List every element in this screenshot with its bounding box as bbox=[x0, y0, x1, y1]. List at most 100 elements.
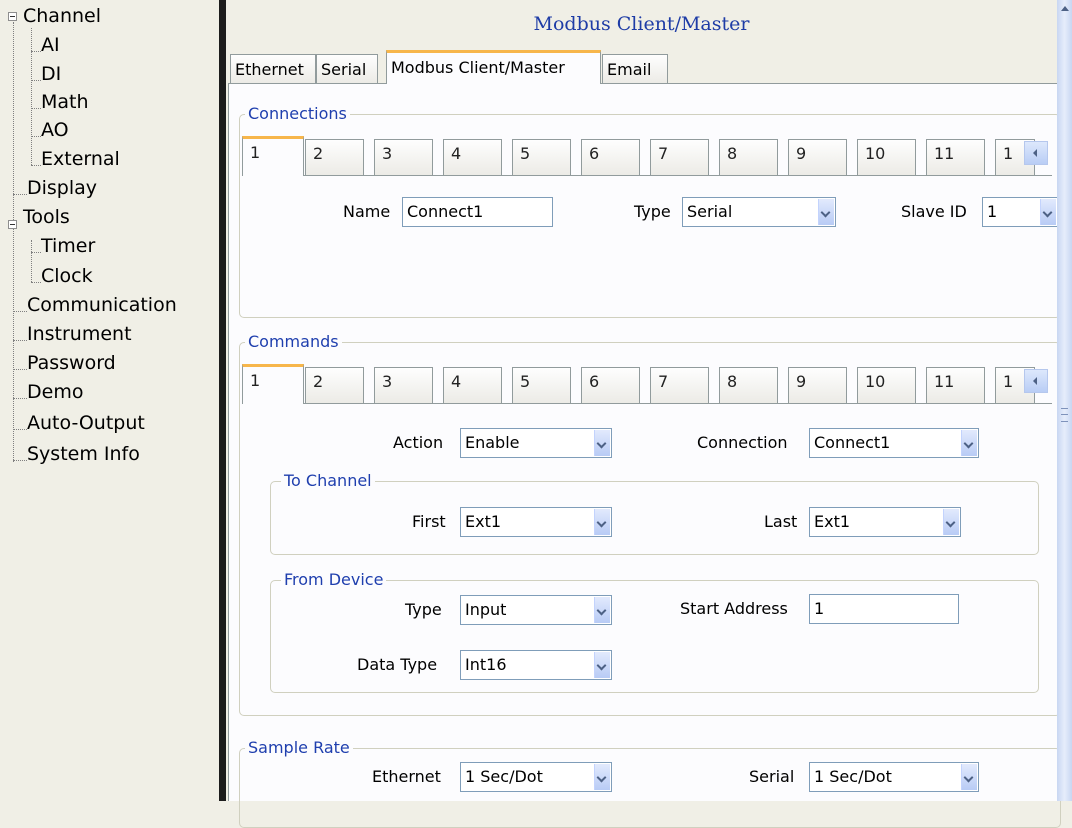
command-tab[interactable]: 5 bbox=[512, 367, 571, 403]
tab-ethernet[interactable]: Ethernet bbox=[230, 54, 316, 83]
vertical-scrollbar[interactable] bbox=[1057, 0, 1072, 801]
command-tab[interactable]: 10 bbox=[857, 367, 916, 403]
tab-serial[interactable]: Serial bbox=[316, 54, 378, 83]
tree-item-channel[interactable]: Channel bbox=[23, 4, 102, 28]
serial-rate-label: Serial bbox=[749, 767, 795, 786]
dropdown-arrow-icon[interactable] bbox=[594, 764, 610, 790]
main-panel: Modbus Client/Master Ethernet Serial Mod… bbox=[226, 0, 1061, 828]
last-select[interactable]: Ext1 bbox=[809, 507, 961, 537]
connection-label: Connection bbox=[697, 433, 788, 452]
slave-id-value: 1 bbox=[987, 202, 998, 221]
tree-item-label: Tools bbox=[23, 206, 70, 228]
slave-id-select[interactable]: 1 bbox=[982, 197, 1058, 227]
tree-item-clock[interactable]: Clock bbox=[41, 264, 93, 288]
slave-id-label: Slave ID bbox=[901, 202, 967, 221]
collapse-icon[interactable] bbox=[8, 12, 17, 21]
tree-item-label: Instrument bbox=[27, 323, 132, 345]
data-type-select[interactable]: Int16 bbox=[460, 650, 612, 680]
tab-email[interactable]: Email bbox=[602, 54, 668, 83]
tree-line bbox=[31, 51, 41, 52]
tree-item-ai[interactable]: AI bbox=[41, 33, 60, 57]
tab-modbus-client-master[interactable]: Modbus Client/Master bbox=[386, 50, 601, 84]
first-value: Ext1 bbox=[465, 512, 502, 531]
name-field[interactable]: Connect1 bbox=[402, 197, 553, 227]
scroll-left-icon[interactable] bbox=[1024, 369, 1048, 393]
command-tab[interactable]: 7 bbox=[650, 367, 709, 403]
command-tab[interactable]: 9 bbox=[788, 367, 847, 403]
dropdown-arrow-icon[interactable] bbox=[961, 430, 977, 456]
connection-tab[interactable]: 6 bbox=[581, 139, 640, 175]
connection-tab[interactable]: 1 bbox=[242, 136, 304, 176]
tree-item-timer[interactable]: Timer bbox=[41, 234, 96, 258]
connection-tab[interactable]: 7 bbox=[650, 139, 709, 175]
command-tab[interactable]: 6 bbox=[581, 367, 640, 403]
tree-line bbox=[13, 340, 27, 341]
command-tab[interactable]: 1 bbox=[242, 364, 304, 404]
tree-item-label: Auto-Output bbox=[27, 412, 145, 434]
tree-item-communication[interactable]: Communication bbox=[27, 293, 177, 317]
dropdown-arrow-icon[interactable] bbox=[1040, 199, 1056, 225]
tree-item-external[interactable]: External bbox=[41, 147, 120, 171]
dropdown-arrow-icon[interactable] bbox=[594, 652, 610, 678]
tree-line bbox=[13, 369, 27, 370]
scroll-left-icon[interactable] bbox=[1024, 141, 1048, 165]
command-tab[interactable]: 8 bbox=[719, 367, 778, 403]
connection-tab[interactable]: 4 bbox=[443, 139, 502, 175]
tree-item-display[interactable]: Display bbox=[27, 176, 98, 200]
command-tab[interactable]: 2 bbox=[305, 367, 364, 403]
tree-item-label: System Info bbox=[27, 443, 140, 465]
dropdown-arrow-icon[interactable] bbox=[818, 199, 834, 225]
serial-rate-select[interactable]: 1 Sec/Dot bbox=[809, 762, 979, 792]
device-type-select[interactable]: Input bbox=[460, 595, 612, 625]
connection-tab[interactable]: 8 bbox=[719, 139, 778, 175]
start-address-field[interactable]: 1 bbox=[809, 594, 959, 624]
connection-number-tabs: 1 2 3 4 5 6 7 8 9 10 11 1 bbox=[242, 136, 1052, 176]
page-title: Modbus Client/Master bbox=[533, 13, 750, 35]
connection-tab[interactable]: 5 bbox=[512, 139, 571, 175]
tree-item-label: AI bbox=[41, 34, 60, 56]
type-select[interactable]: Serial bbox=[682, 197, 836, 227]
tree-item-system-info[interactable]: System Info bbox=[27, 442, 140, 466]
action-select[interactable]: Enable bbox=[460, 428, 612, 458]
tree-line bbox=[31, 80, 41, 81]
ethernet-rate-value: 1 Sec/Dot bbox=[465, 767, 543, 786]
ethernet-rate-select[interactable]: 1 Sec/Dot bbox=[460, 762, 612, 792]
scroll-grip-icon[interactable] bbox=[1061, 408, 1068, 422]
tree-item-instrument[interactable]: Instrument bbox=[27, 322, 132, 346]
tree-item-ao[interactable]: AO bbox=[41, 118, 69, 142]
first-select[interactable]: Ext1 bbox=[460, 507, 612, 537]
type-label: Type bbox=[634, 202, 671, 221]
command-tab[interactable]: 3 bbox=[374, 367, 433, 403]
connection-select[interactable]: Connect1 bbox=[809, 428, 979, 458]
connection-tab[interactable]: 10 bbox=[857, 139, 916, 175]
type-value: Serial bbox=[687, 202, 733, 221]
command-tab[interactable]: 11 bbox=[926, 367, 985, 403]
command-tab[interactable]: 4 bbox=[443, 367, 502, 403]
dropdown-arrow-icon[interactable] bbox=[594, 509, 610, 535]
tree-item-tools[interactable]: Tools bbox=[23, 205, 70, 229]
scroll-up-icon[interactable] bbox=[1057, 0, 1072, 17]
pane-splitter[interactable] bbox=[219, 0, 226, 801]
connections-title: Connections bbox=[245, 104, 350, 124]
tree-item-di[interactable]: DI bbox=[41, 62, 62, 86]
sample-rate-title: Sample Rate bbox=[245, 738, 353, 758]
tree-item-demo[interactable]: Demo bbox=[27, 380, 84, 404]
dropdown-arrow-icon[interactable] bbox=[594, 430, 610, 456]
tree-item-math[interactable]: Math bbox=[41, 90, 89, 114]
connection-tab[interactable]: 9 bbox=[788, 139, 847, 175]
dropdown-arrow-icon[interactable] bbox=[943, 509, 959, 535]
connection-tab[interactable]: 2 bbox=[305, 139, 364, 175]
tree-item-label: Display bbox=[27, 177, 98, 199]
connection-tab[interactable]: 11 bbox=[926, 139, 985, 175]
dropdown-arrow-icon[interactable] bbox=[594, 597, 610, 623]
dropdown-arrow-icon[interactable] bbox=[961, 764, 977, 790]
connection-tab[interactable]: 3 bbox=[374, 139, 433, 175]
tree-item-password[interactable]: Password bbox=[27, 351, 116, 375]
action-value: Enable bbox=[465, 433, 520, 452]
tree-item-auto-output[interactable]: Auto-Output bbox=[27, 411, 145, 435]
collapse-icon[interactable] bbox=[8, 220, 17, 229]
to-channel-title: To Channel bbox=[281, 471, 375, 491]
tree-item-label: DI bbox=[41, 63, 62, 85]
device-type-label: Type bbox=[405, 600, 442, 619]
tab-content: Connections 1 2 3 4 5 6 7 8 9 10 11 1 Na… bbox=[228, 84, 1061, 828]
